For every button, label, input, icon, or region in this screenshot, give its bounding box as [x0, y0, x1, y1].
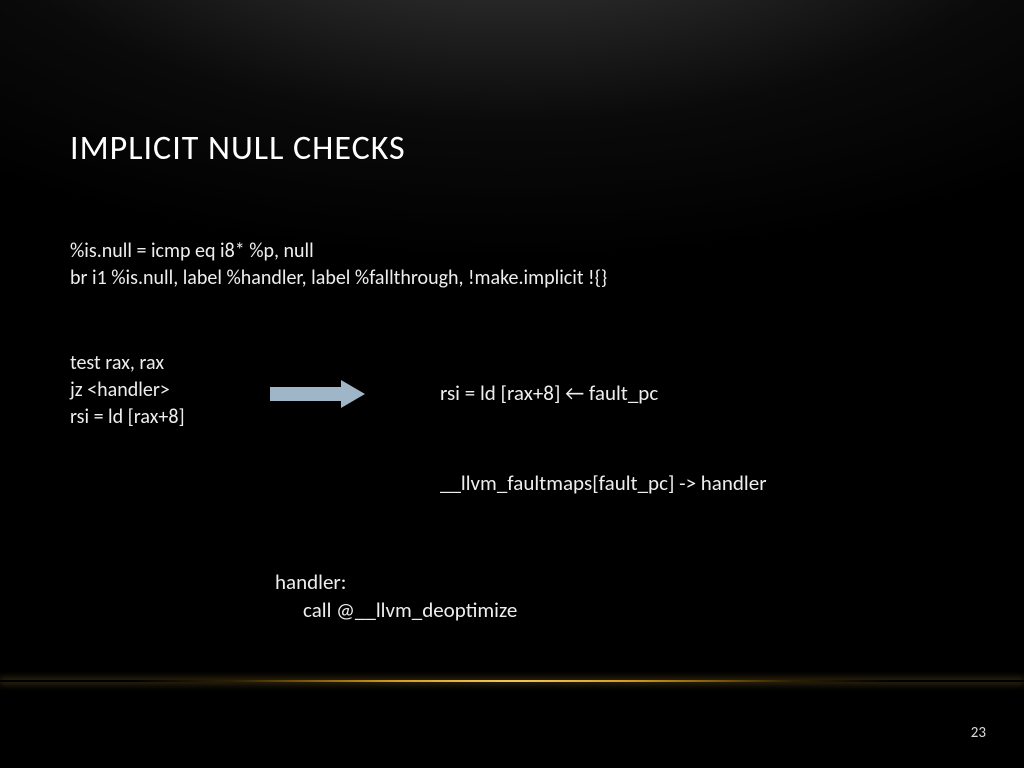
arrow-right-icon: [270, 380, 370, 408]
asm-before-line-3: rsi = ld [rax+8]: [70, 404, 185, 431]
asm-before-block: test rax, rax jz <handler> rsi = ld [rax…: [70, 350, 185, 431]
faultmap-line: __llvm_faultmaps[fault_pc] -> handler: [440, 470, 767, 496]
asm-after-line: rsi = ld [rax+8] ← fault_pc: [440, 380, 658, 406]
asm-before-line-2: jz <handler>: [70, 377, 185, 404]
handler-body: call @__llvm_deoptimize: [275, 596, 517, 624]
handler-block: handler: call @__llvm_deoptimize: [275, 568, 517, 625]
slide-title: IMPLICIT NULL CHECKS: [70, 128, 406, 169]
asm-before-line-1: test rax, rax: [70, 350, 185, 377]
handler-label: handler:: [275, 568, 517, 596]
ir-line-2: br i1 %is.null, label %handler, label %f…: [70, 265, 607, 292]
ir-line-1: %is.null = icmp eq i8* %p, null: [70, 238, 607, 265]
page-number: 23: [971, 724, 986, 742]
divider-glow: [0, 680, 1024, 682]
llvm-ir-block: %is.null = icmp eq i8* %p, null br i1 %i…: [70, 238, 607, 292]
